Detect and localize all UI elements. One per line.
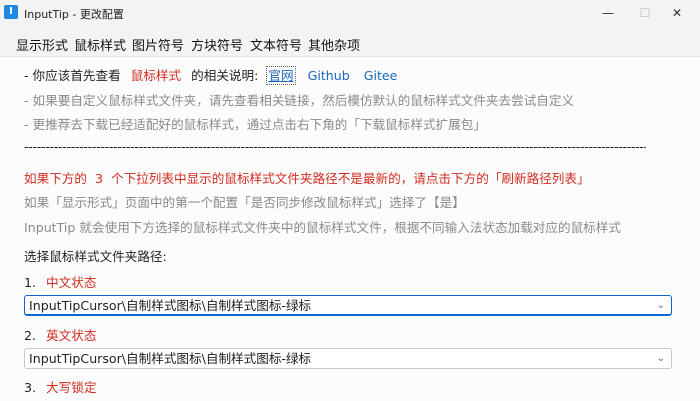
sync-note: 如果「显示形式」页面中的第一个配置「是否同步修改鼠标样式」选择了【是】 xyxy=(24,195,465,210)
intro-middle: 的相关说明: xyxy=(191,68,259,83)
item-number: 3. xyxy=(24,380,37,395)
refresh-warning: 如果下方的 3 个下拉列表中显示的鼠标样式文件夹路径不是最新的，请点击下方的「刷… xyxy=(24,168,590,187)
english-state-dropdown[interactable]: InputTipCursor\自制样式图标\自制样式图标-绿标 ⌄ xyxy=(24,348,672,369)
capslock-state-row-label: 3. 大写锁定 xyxy=(24,377,96,396)
chinese-state-label: 中文状态 xyxy=(46,275,97,290)
tab-text-symbol[interactable]: 文本符号 xyxy=(250,35,302,54)
english-state-value: InputTipCursor\自制样式图标\自制样式图标-绿标 xyxy=(29,351,312,366)
app-icon: I xyxy=(4,5,18,19)
gitee-link[interactable]: Gitee xyxy=(364,68,398,83)
intro-prefix: - 你应该首先查看 xyxy=(24,68,121,83)
chinese-state-value: InputTipCursor\自制样式图标\自制样式图标-绿标 xyxy=(29,298,312,313)
tab-bar: 显示形式 鼠标样式 图片符号 方块符号 文本符号 其他杂项 xyxy=(0,31,700,54)
separator-line: ----------------------------------------… xyxy=(24,139,646,154)
capslock-state-label: 大写锁定 xyxy=(46,380,97,395)
chinese-state-dropdown[interactable]: InputTipCursor\自制样式图标\自制样式图标-绿标 ⌄ xyxy=(24,295,672,316)
english-state-row-label: 2. 英文状态 xyxy=(24,325,96,344)
refresh-warning-part1: 如果下方的 xyxy=(24,171,87,186)
close-button[interactable]: ✕ xyxy=(654,0,700,26)
github-link[interactable]: Github xyxy=(308,68,350,83)
english-state-label: 英文状态 xyxy=(46,328,97,343)
chevron-down-icon: ⌄ xyxy=(656,300,665,311)
refresh-warning-part2: 个下拉列表中显示的鼠标样式文件夹路径不是最新的，请点击下方的「刷新路径列表」 xyxy=(111,171,590,186)
chinese-state-row-label: 1. 中文状态 xyxy=(24,272,96,291)
mouse-style-highlight: 鼠标样式 xyxy=(130,68,182,83)
intro-line: - 你应该首先查看 鼠标样式 的相关说明: 官网 Github Gitee xyxy=(24,65,398,85)
tab-image-symbol[interactable]: 图片符号 xyxy=(132,35,184,54)
hint-download-pack: - 更推荐去下载已经适配好的鼠标样式，通过点击右下角的「下载鼠标样式扩展包」 xyxy=(24,117,486,132)
refresh-warning-count: 3 xyxy=(94,171,103,186)
item-number: 1. xyxy=(24,275,37,290)
title-bar: I InputTip - 更改配置 — ☐ ✕ xyxy=(0,0,700,26)
tab-display-form[interactable]: 显示形式 xyxy=(16,35,68,54)
tab-content: - 你应该首先查看 鼠标样式 的相关说明: 官网 Github Gitee - … xyxy=(0,56,700,401)
select-folder-label: 选择鼠标样式文件夹路径: xyxy=(24,249,167,264)
tab-block-symbol[interactable]: 方块符号 xyxy=(191,35,243,54)
item-number: 2. xyxy=(24,328,37,343)
tab-misc[interactable]: 其他杂项 xyxy=(308,35,360,54)
chevron-down-icon: ⌄ xyxy=(656,353,665,364)
tab-mouse-style[interactable]: 鼠标样式 xyxy=(74,35,126,54)
window-title: InputTip - 更改配置 xyxy=(24,8,124,21)
usage-note: InputTip 就会使用下方选择的鼠标样式文件夹中的鼠标样式文件，根据不同输入… xyxy=(24,220,621,235)
hint-custom-folder: - 如果要自定义鼠标样式文件夹，请先查看相关链接，然后模仿默认的鼠标样式文件夹去… xyxy=(24,93,575,108)
official-site-link[interactable]: 官网 xyxy=(266,66,296,85)
